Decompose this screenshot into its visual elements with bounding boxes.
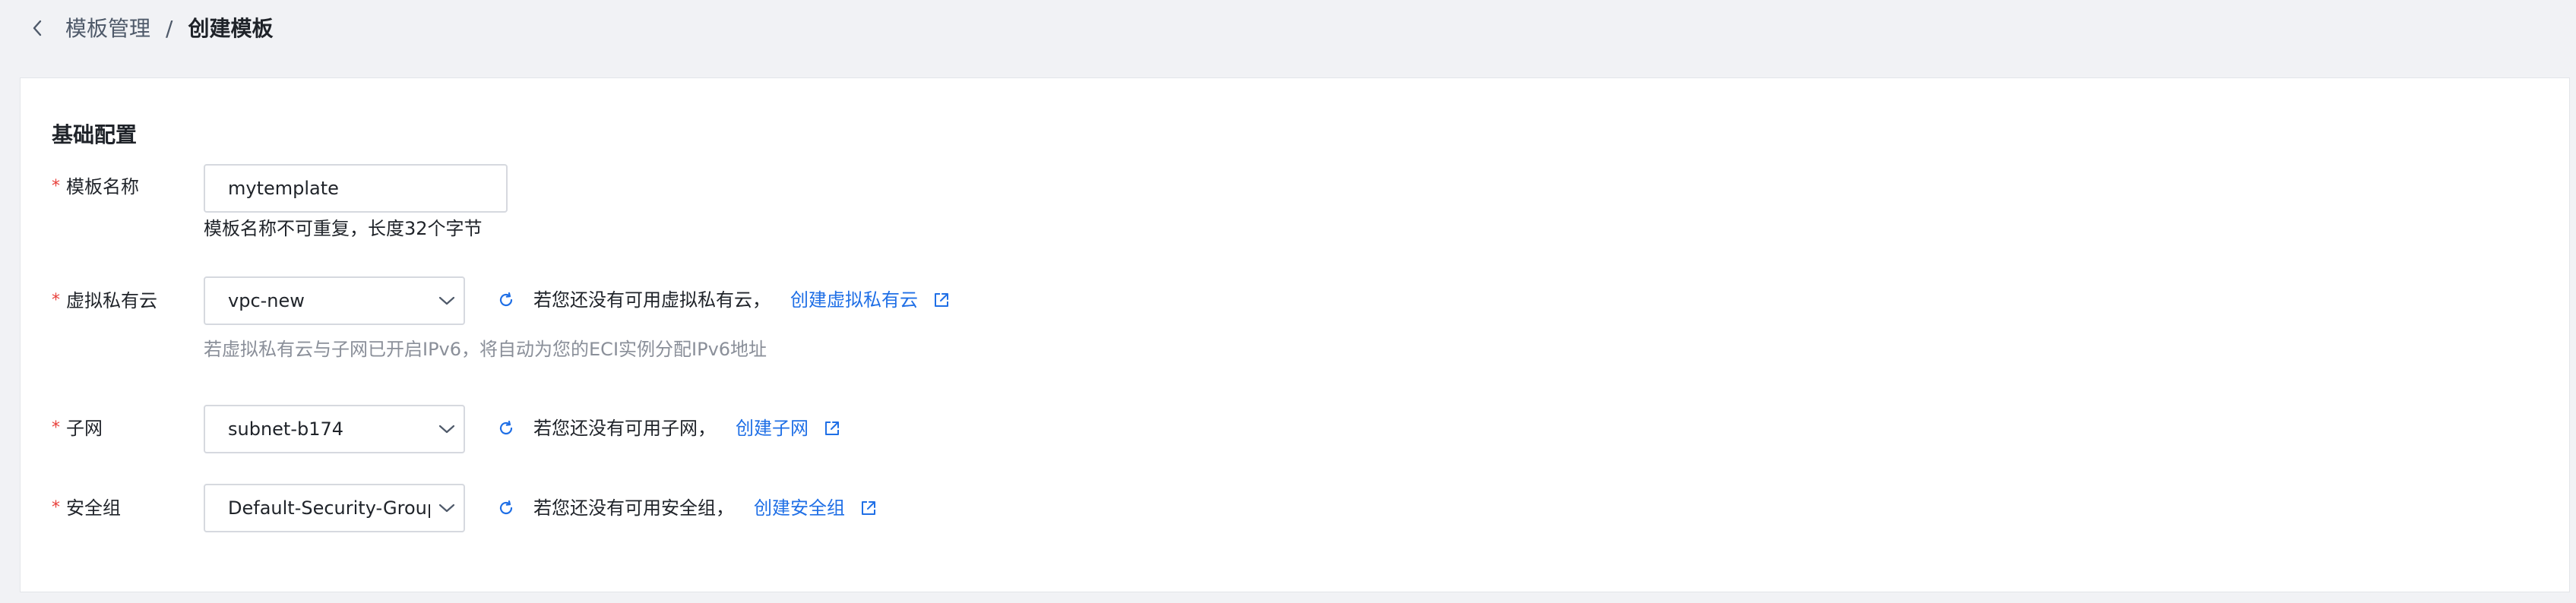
security-group-label-text: 安全组 (66, 497, 121, 519)
breadcrumb: 模板管理 / 创建模板 (65, 14, 273, 44)
chevron-down-icon (430, 406, 464, 452)
security-group-select[interactable]: Default-Security-Group (204, 484, 465, 532)
vpc-ipv6-hint: 若虚拟私有云与子网已开启IPv6，将自动为您的ECI实例分配IPv6地址 (204, 339, 767, 360)
create-vpc-link[interactable]: 创建虚拟私有云 (790, 287, 951, 313)
breadcrumb-separator: / (166, 16, 173, 41)
page-header: 模板管理 / 创建模板 (0, 0, 2576, 59)
template-name-label: * 模板名称 (52, 174, 139, 200)
vpc-none-text: 若您还没有可用虚拟私有云， (533, 289, 771, 311)
page-title: 创建模板 (188, 16, 274, 41)
subnet-select[interactable]: subnet-b174 (204, 405, 465, 453)
section-title: 基础配置 (52, 122, 138, 147)
create-security-group-link-text: 创建安全组 (754, 497, 845, 519)
refresh-icon[interactable] (495, 418, 517, 439)
security-group-none-text: 若您还没有可用安全组， (533, 497, 734, 519)
back-button[interactable] (26, 17, 49, 39)
vpc-label: * 虚拟私有云 (52, 288, 157, 314)
chevron-down-icon (430, 278, 464, 324)
refresh-icon[interactable] (495, 497, 517, 519)
security-group-label: * 安全组 (52, 495, 121, 521)
create-subnet-link-text: 创建子网 (736, 418, 809, 439)
template-name-hint: 模板名称不可重复，长度32个字节 (204, 218, 483, 239)
security-group-select-value: Default-Security-Group (228, 497, 430, 519)
subnet-actions: 若您还没有可用子网， 创建子网 (495, 415, 842, 441)
subnet-select-value: subnet-b174 (228, 418, 344, 440)
vpc-select-value: vpc-new (228, 290, 305, 311)
required-mark: * (52, 418, 60, 437)
chevron-down-icon (430, 485, 464, 531)
chevron-left-icon (33, 20, 42, 36)
create-subnet-link[interactable]: 创建子网 (736, 415, 842, 441)
subnet-label-text: 子网 (66, 418, 103, 439)
external-link-icon (859, 498, 878, 518)
vpc-select[interactable]: vpc-new (204, 276, 465, 325)
external-link-icon (932, 290, 951, 310)
required-mark: * (52, 498, 60, 517)
external-link-icon (822, 418, 842, 438)
security-group-actions: 若您还没有可用安全组， 创建安全组 (495, 495, 878, 521)
refresh-icon[interactable] (495, 289, 517, 311)
vpc-label-text: 虚拟私有云 (66, 290, 157, 311)
breadcrumb-parent-link[interactable]: 模板管理 (65, 14, 150, 44)
create-vpc-link-text: 创建虚拟私有云 (790, 289, 918, 311)
create-security-group-link[interactable]: 创建安全组 (754, 495, 878, 521)
required-mark: * (52, 177, 60, 196)
required-mark: * (52, 291, 60, 310)
subnet-none-text: 若您还没有可用子网， (533, 418, 716, 439)
vpc-actions: 若您还没有可用虚拟私有云， 创建虚拟私有云 (495, 287, 951, 313)
template-name-label-text: 模板名称 (66, 176, 139, 197)
subnet-label: * 子网 (52, 415, 103, 441)
template-name-input[interactable] (204, 164, 508, 213)
